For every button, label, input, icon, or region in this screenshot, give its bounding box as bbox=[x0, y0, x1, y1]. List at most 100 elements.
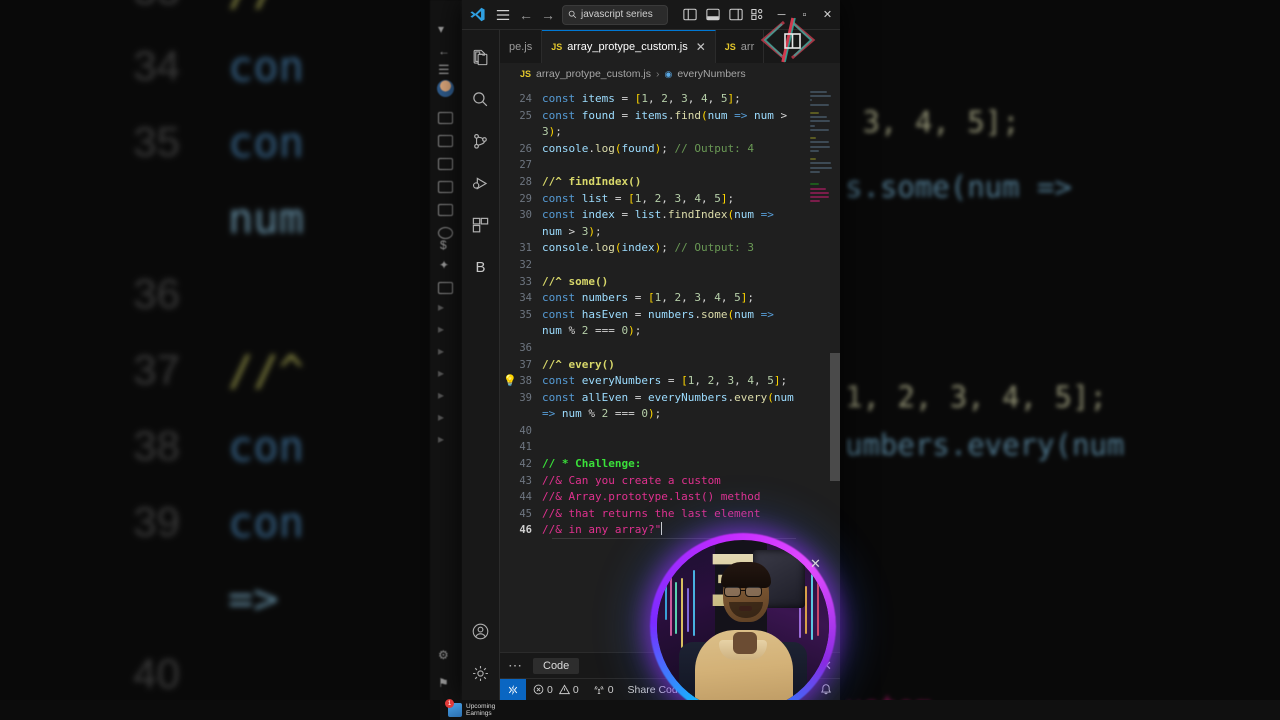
sidebar-item-source-control[interactable] bbox=[462, 120, 500, 162]
minimap-line bbox=[810, 170, 821, 173]
minimap-line bbox=[810, 141, 829, 144]
taskbar-app-title-line1: Upcoming bbox=[466, 702, 496, 710]
line-number: 28 bbox=[519, 175, 532, 188]
tab-inactive-left[interactable]: pe.js bbox=[500, 30, 543, 63]
avatar bbox=[437, 80, 454, 97]
code-line[interactable]: 41 bbox=[500, 439, 806, 456]
code-text: const list = [1, 2, 3, 4, 5]; bbox=[542, 191, 735, 205]
tab-label: arr bbox=[740, 40, 755, 53]
code-line[interactable]: num % 2 === 0); bbox=[500, 323, 806, 340]
code-line[interactable]: 44 //& Array.prototype.last() method bbox=[500, 489, 806, 506]
gear-icon bbox=[473, 665, 488, 681]
minimap-line bbox=[810, 166, 833, 169]
code-line[interactable]: => num % 2 === 0); bbox=[500, 406, 806, 423]
code-line[interactable]: 38 const everyNumbers = [1, 2, 3, 4, 5]; bbox=[500, 373, 806, 390]
code-text: const found = items.find(num => num > bbox=[542, 108, 788, 122]
line-number: 26 bbox=[519, 142, 532, 155]
warning-count: 0 bbox=[572, 683, 579, 696]
tab-array-protype-custom[interactable]: JS array_protype_custom.js ✕ bbox=[542, 30, 716, 63]
code-line[interactable]: 28 //^ findIndex() bbox=[500, 174, 806, 191]
line-number: 41 bbox=[519, 441, 532, 454]
code-line[interactable]: 29 const list = [1, 2, 3, 4, 5]; bbox=[500, 191, 806, 208]
breadcrumb-symbol[interactable]: everyNumbers bbox=[677, 68, 745, 80]
minimap-line bbox=[810, 112, 819, 114]
line-number: 32 bbox=[519, 258, 532, 271]
code-text: const allEven = everyNumbers.every(num bbox=[542, 390, 794, 404]
search-icon bbox=[568, 10, 577, 19]
code-line[interactable]: 32 bbox=[500, 257, 806, 274]
code-line[interactable]: 33 //^ some() bbox=[500, 274, 806, 291]
expand-icon: ▸ bbox=[438, 432, 445, 446]
code-line[interactable]: 39 const allEven = everyNumbers.every(num bbox=[500, 390, 806, 407]
code-line[interactable]: 34 const numbers = [1, 2, 3, 4, 5]; bbox=[500, 290, 806, 307]
accounts-button[interactable] bbox=[462, 610, 500, 652]
line-number: 33 bbox=[519, 275, 532, 288]
code-line[interactable]: 42 // * Challenge: bbox=[500, 456, 806, 473]
code-text: const numbers = [1, 2, 3, 4, 5]; bbox=[542, 291, 754, 305]
code-line[interactable]: 40 bbox=[500, 423, 806, 440]
sidebar-item-run-and-debug[interactable] bbox=[462, 162, 500, 204]
manage-settings-button[interactable] bbox=[462, 652, 500, 694]
code-line[interactable]: 24 const items = [1, 2, 3, 4, 5]; bbox=[500, 91, 806, 108]
command-search-input[interactable]: javascript series bbox=[562, 4, 668, 25]
feedback-icon: ⚑ bbox=[438, 676, 449, 690]
taskbar-app-title-line2: Earnings bbox=[466, 710, 492, 717]
breadcrumb-file[interactable]: array_protype_custom.js bbox=[536, 68, 651, 80]
go-back-button[interactable]: ← bbox=[516, 7, 536, 23]
code-text: const everyNumbers = [1, 2, 3, 4, 5]; bbox=[542, 374, 788, 388]
background-right-code-line: 3, 4, 5]; bbox=[845, 105, 1020, 139]
minimap-line bbox=[810, 145, 831, 148]
code-line[interactable]: 25 const found = items.find(num => num > bbox=[500, 108, 806, 125]
code-line[interactable]: num > 3); bbox=[500, 224, 806, 241]
code-line[interactable]: 37 //^ every() bbox=[500, 357, 806, 374]
ports-status[interactable]: 0 bbox=[586, 679, 621, 701]
code-line[interactable]: 31 console.log(index); // Output: 3 bbox=[500, 240, 806, 257]
panel-overflow-button[interactable]: ⋯ bbox=[508, 657, 523, 674]
toggle-secondary-sidebar-button[interactable] bbox=[725, 4, 746, 26]
sidebar-item-explorer[interactable] bbox=[462, 36, 500, 78]
remote-host-button[interactable] bbox=[500, 678, 526, 701]
expand-icon: ▸ bbox=[438, 322, 445, 336]
sidebar-item-blackbox[interactable]: B bbox=[462, 246, 500, 288]
panel-tab-code[interactable]: Code bbox=[533, 657, 580, 674]
quick-fix-lightbulb-icon[interactable]: 💡 bbox=[503, 374, 517, 387]
line-number: 44 bbox=[519, 491, 532, 504]
code-line[interactable]: 45 //& that returns the last element bbox=[500, 506, 806, 523]
customize-icon: ✦ bbox=[439, 258, 450, 272]
sidebar-item-search[interactable] bbox=[462, 78, 500, 120]
code-line[interactable]: 30 const index = list.findIndex(num => bbox=[500, 207, 806, 224]
minimap-line bbox=[810, 149, 819, 152]
code-line[interactable]: 36 bbox=[500, 340, 806, 357]
toggle-primary-sidebar-button[interactable] bbox=[679, 4, 700, 26]
taskbar-app-upcoming-earnings[interactable]: 1 Upcoming Earnings bbox=[445, 699, 496, 720]
line-number: 29 bbox=[519, 192, 532, 205]
sidebar-item-extensions[interactable] bbox=[462, 204, 500, 246]
minimap-line bbox=[810, 191, 830, 194]
background-code-line: 40 bbox=[133, 650, 180, 697]
background-code-line: => bbox=[228, 574, 279, 623]
close-webcam-icon[interactable]: ✕ bbox=[810, 556, 821, 572]
toggle-panel-button[interactable] bbox=[702, 4, 723, 26]
close-tab-icon[interactable]: ✕ bbox=[696, 40, 706, 54]
subtitles-icon bbox=[438, 204, 453, 216]
minimap-line bbox=[810, 137, 816, 140]
line-number: 30 bbox=[519, 209, 532, 222]
code-line[interactable]: 3); bbox=[500, 124, 806, 141]
ports-count: 0 bbox=[607, 683, 614, 696]
go-forward-button[interactable]: → bbox=[538, 7, 558, 23]
line-number: 36 bbox=[519, 341, 532, 354]
code-line[interactable]: 26 console.log(found); // Output: 4 bbox=[500, 141, 806, 158]
code-line[interactable]: 27 bbox=[500, 157, 806, 174]
symbol-method-icon: ◉ bbox=[664, 68, 673, 79]
menu-button[interactable] bbox=[492, 4, 514, 26]
problems-status[interactable]: 0 0 bbox=[526, 679, 586, 701]
tab-label: pe.js bbox=[509, 40, 533, 53]
code-text: // * Challenge: bbox=[542, 457, 642, 471]
expand-icon: ▸ bbox=[438, 366, 445, 380]
code-line[interactable]: 43 //& Can you create a custom bbox=[500, 473, 806, 490]
minimap-line bbox=[810, 116, 827, 119]
search-text: javascript series bbox=[581, 9, 653, 20]
chevron-down-icon: ▾ bbox=[438, 22, 445, 36]
code-line[interactable]: 35 const hasEven = numbers.some(num => bbox=[500, 307, 806, 324]
code-text: //& Can you create a custom bbox=[542, 473, 721, 487]
